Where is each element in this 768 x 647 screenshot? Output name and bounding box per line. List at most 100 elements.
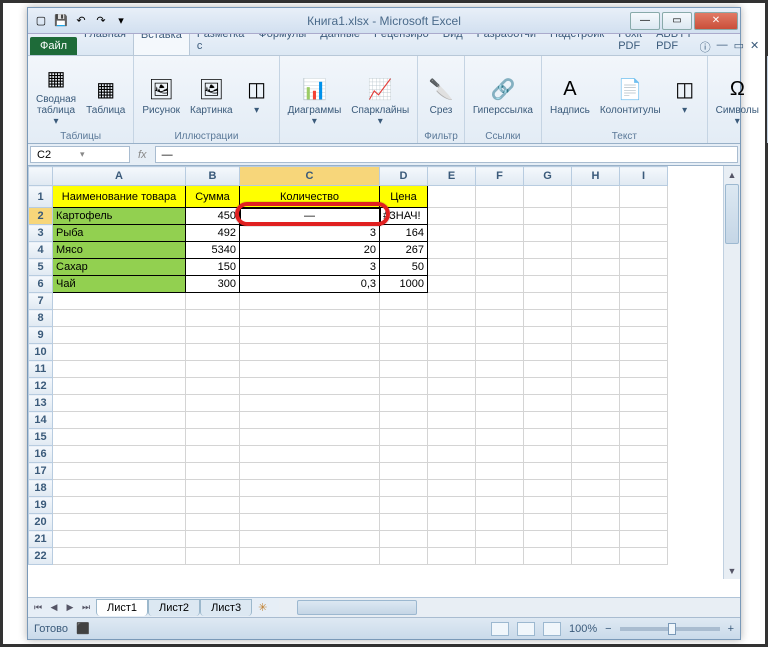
cell-B22[interactable] — [186, 548, 240, 565]
row-header-4[interactable]: 4 — [29, 242, 53, 259]
cell-B14[interactable] — [186, 412, 240, 429]
cell-H16[interactable] — [572, 446, 620, 463]
file-tab[interactable]: Файл — [30, 37, 77, 55]
row-header-3[interactable]: 3 — [29, 225, 53, 242]
cell-F15[interactable] — [476, 429, 524, 446]
cell-H19[interactable] — [572, 497, 620, 514]
cell-G3[interactable] — [524, 225, 572, 242]
cell-D15[interactable] — [380, 429, 428, 446]
row-header-12[interactable]: 12 — [29, 378, 53, 395]
cell-I9[interactable] — [620, 327, 668, 344]
cell-H12[interactable] — [572, 378, 620, 395]
header-cell-D[interactable]: Цена — [380, 186, 428, 208]
cell-D4[interactable]: 267 — [380, 242, 428, 259]
cell-E19[interactable] — [428, 497, 476, 514]
cell-A9[interactable] — [53, 327, 186, 344]
row-header-22[interactable]: 22 — [29, 548, 53, 565]
cell-I10[interactable] — [620, 344, 668, 361]
vscroll-thumb[interactable] — [725, 184, 739, 244]
new-sheet-icon[interactable]: ✳ — [252, 601, 273, 614]
cell-H8[interactable] — [572, 310, 620, 327]
cell-A17[interactable] — [53, 463, 186, 480]
mdi-close-button[interactable]: ✕ — [750, 39, 759, 55]
sheet-nav-2[interactable]: ▶ — [62, 602, 78, 613]
cell-H21[interactable] — [572, 531, 620, 548]
close-button[interactable]: ✕ — [694, 12, 738, 30]
cell-F7[interactable] — [476, 293, 524, 310]
cell-F16[interactable] — [476, 446, 524, 463]
cell-F22[interactable] — [476, 548, 524, 565]
cell-E9[interactable] — [428, 327, 476, 344]
zoom-out-button[interactable]: − — [605, 623, 611, 635]
cell-F20[interactable] — [476, 514, 524, 531]
column-header-B[interactable]: B — [186, 167, 240, 186]
cell-D20[interactable] — [380, 514, 428, 531]
cell-E7[interactable] — [428, 293, 476, 310]
redo-icon[interactable]: ↷ — [92, 12, 110, 30]
cell-C9[interactable] — [240, 327, 380, 344]
cell-D8[interactable] — [380, 310, 428, 327]
cell-H5[interactable] — [572, 259, 620, 276]
ribbon-button-5-1[interactable]: 📄Колонтитулы — [598, 73, 663, 118]
cell-H13[interactable] — [572, 395, 620, 412]
row-header-20[interactable]: 20 — [29, 514, 53, 531]
zoom-slider[interactable] — [620, 627, 720, 631]
cell-C8[interactable] — [240, 310, 380, 327]
cell-B7[interactable] — [186, 293, 240, 310]
row-header-16[interactable]: 16 — [29, 446, 53, 463]
ribbon-button-1-2[interactable]: ◫▾ — [241, 73, 273, 118]
cell-D7[interactable] — [380, 293, 428, 310]
ribbon-button-2-1[interactable]: 📈Спарклайны ▾ — [349, 73, 411, 129]
cell-A14[interactable] — [53, 412, 186, 429]
cell-A16[interactable] — [53, 446, 186, 463]
cell-I11[interactable] — [620, 361, 668, 378]
cell-A2[interactable]: Картофель — [53, 208, 186, 225]
cell-G14[interactable] — [524, 412, 572, 429]
row-header-10[interactable]: 10 — [29, 344, 53, 361]
cell-C11[interactable] — [240, 361, 380, 378]
cell-B13[interactable] — [186, 395, 240, 412]
cell-E12[interactable] — [428, 378, 476, 395]
row-header-17[interactable]: 17 — [29, 463, 53, 480]
zoom-knob[interactable] — [668, 623, 676, 635]
cell-F1[interactable] — [476, 186, 524, 208]
cell-I16[interactable] — [620, 446, 668, 463]
cell-F3[interactable] — [476, 225, 524, 242]
cell-I14[interactable] — [620, 412, 668, 429]
column-header-C[interactable]: C — [240, 167, 380, 186]
cell-A20[interactable] — [53, 514, 186, 531]
cell-B20[interactable] — [186, 514, 240, 531]
cell-H14[interactable] — [572, 412, 620, 429]
cell-F9[interactable] — [476, 327, 524, 344]
cell-I8[interactable] — [620, 310, 668, 327]
cell-G7[interactable] — [524, 293, 572, 310]
cell-F18[interactable] — [476, 480, 524, 497]
cell-C4[interactable]: 20 — [240, 242, 380, 259]
undo-icon[interactable]: ↶ — [72, 12, 90, 30]
cell-C17[interactable] — [240, 463, 380, 480]
cell-E5[interactable] — [428, 259, 476, 276]
cell-F11[interactable] — [476, 361, 524, 378]
cell-E17[interactable] — [428, 463, 476, 480]
cell-G1[interactable] — [524, 186, 572, 208]
cell-B19[interactable] — [186, 497, 240, 514]
cell-E8[interactable] — [428, 310, 476, 327]
cell-D17[interactable] — [380, 463, 428, 480]
cell-H9[interactable] — [572, 327, 620, 344]
cell-E10[interactable] — [428, 344, 476, 361]
cell-G2[interactable] — [524, 208, 572, 225]
fx-icon[interactable]: fx — [138, 149, 147, 161]
macro-record-icon[interactable]: ⬛ — [76, 622, 90, 635]
cell-G13[interactable] — [524, 395, 572, 412]
row-header-11[interactable]: 11 — [29, 361, 53, 378]
cell-C21[interactable] — [240, 531, 380, 548]
cell-H4[interactable] — [572, 242, 620, 259]
column-header-D[interactable]: D — [380, 167, 428, 186]
column-header-H[interactable]: H — [572, 167, 620, 186]
cell-H15[interactable] — [572, 429, 620, 446]
cell-A10[interactable] — [53, 344, 186, 361]
excel-icon[interactable]: ▢ — [32, 12, 50, 30]
row-header-6[interactable]: 6 — [29, 276, 53, 293]
normal-view-button[interactable] — [491, 622, 509, 636]
cell-E20[interactable] — [428, 514, 476, 531]
